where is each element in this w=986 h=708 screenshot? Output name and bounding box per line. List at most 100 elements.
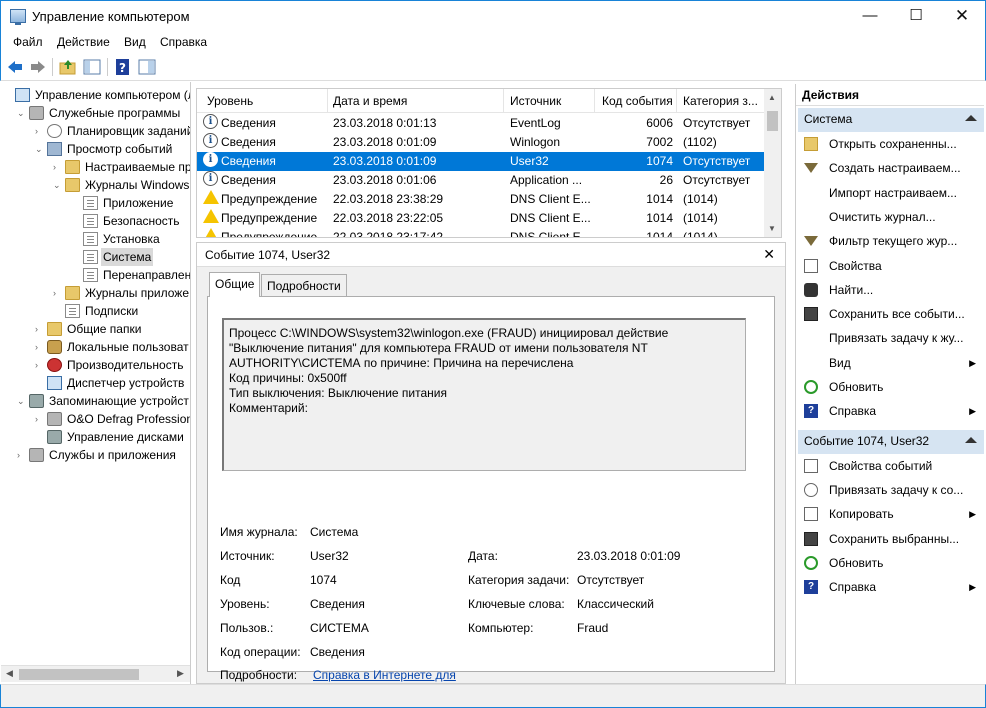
action-item[interactable]: Привязать задачу к жу... [798,327,984,349]
action-item[interactable]: Копировать ▶ [798,503,984,525]
action-item[interactable]: ? Справка ▶ [798,576,984,598]
event-cell-source: DNS Client E... [510,230,591,238]
scroll-right-icon[interactable]: ▶ [177,668,184,679]
user-value: СИСТЕМА [310,621,369,635]
action-label: Найти... [829,282,874,297]
title-bar: Управление компьютером — ☐ ✕ [0,0,986,32]
event-row[interactable]: Предупреждение 22.03.2018 23:22:05 DNS Cli… [197,209,767,228]
actions-section-system[interactable]: Система [798,108,984,132]
minimize-button[interactable]: — [847,1,893,32]
expand-chevron-icon[interactable]: › [35,320,45,338]
event-description[interactable]: Процесс C:\WINDOWS\system32\winlogon.exe… [222,318,746,471]
action-item[interactable]: Фильтр текущего жур... [798,230,984,252]
event-row[interactable]: i Сведения 23.03.2018 0:01:06 Application .… [197,171,767,190]
action-label: Копировать [829,507,894,522]
tab-general[interactable]: Общие [209,272,261,297]
action-item[interactable]: Создать настраиваем... [798,157,984,179]
action-item[interactable]: Открыть сохраненны... [798,133,984,155]
close-detail-icon[interactable]: ✕ [763,246,775,263]
event-cell-source: Winlogon [510,135,561,149]
expand-chevron-icon[interactable]: › [35,410,45,428]
action-label: Привязать задачу к со... [829,483,964,498]
collapse-chevron-icon[interactable]: ⌄ [53,176,63,194]
submenu-arrow-icon: ▶ [969,509,976,520]
close-button[interactable]: ✕ [939,1,985,32]
expand-chevron-icon[interactable]: › [53,158,63,176]
menu-help[interactable]: Справка [160,35,207,49]
col-event-id[interactable]: Код события [602,94,673,110]
maximize-button[interactable]: ☐ [893,1,939,32]
event-cell-level: Предупреждение [221,211,318,225]
log-icon [83,196,98,210]
event-row[interactable]: i Сведения 23.03.2018 0:01:13 EventLog 6006 О… [197,114,767,133]
action-item[interactable]: Импорт настраиваем... [798,182,984,204]
users-icon [47,340,62,354]
collapse-chevron-icon[interactable]: ⌄ [35,140,45,158]
tree-item-label: Служебные программы [49,106,181,120]
online-help-link[interactable]: Справка в Интернете для [313,668,456,682]
event-row[interactable]: Предупреждение 22.03.2018 23:17:42 DNS Cli… [197,228,767,238]
event-cell-cat: Отсутствует [683,154,751,168]
menu-action[interactable]: Действие [57,35,110,49]
action-item[interactable]: ? Справка ▶ [798,400,984,422]
event-cell-source: Application ... [510,173,583,187]
toolbar: ? [0,53,986,81]
menu-file[interactable]: Файл [13,35,43,49]
col-date[interactable]: Дата и время [333,94,407,110]
back-icon[interactable] [6,58,24,76]
tree-horizontal-scrollbar[interactable]: ◀ ▶ [1,665,190,682]
collapse-chevron-icon[interactable]: ⌄ [17,104,27,122]
scroll-down-icon[interactable]: ▼ [768,224,776,233]
forward-icon[interactable] [29,58,47,76]
action-item[interactable]: Обновить [798,376,984,398]
action-item[interactable]: Свойства событий [798,455,984,477]
expand-chevron-icon[interactable]: › [53,284,63,302]
col-source[interactable]: Источник [510,94,561,110]
collapse-chevron-icon[interactable]: ⌄ [17,392,27,410]
log-icon [83,232,98,246]
event-list-scrollbar[interactable]: ▲ ▼ [764,89,781,237]
scroll-left-icon[interactable]: ◀ [6,668,13,679]
show-hide-tree-icon[interactable] [83,58,101,76]
tree-item-label: Настраиваемые пр [85,160,191,174]
event-cell-source: User32 [510,154,549,168]
actions-section-event[interactable]: Событие 1074, User32 [798,430,984,454]
event-row[interactable]: Предупреждение 22.03.2018 23:38:29 DNS Cli… [197,190,767,209]
col-task-category[interactable]: Категория з... [683,94,758,110]
collapse-icon[interactable] [965,437,977,443]
scroll-thumb[interactable] [767,111,778,131]
action-item[interactable]: Сохранить все событи... [798,303,984,325]
action-item[interactable]: Очистить журнал... [798,206,984,228]
expand-chevron-icon[interactable]: › [35,338,45,356]
event-row[interactable]: i Сведения 23.03.2018 0:01:09 Winlogon 7002 (… [197,133,767,152]
computer-label: Компьютер: [468,621,534,635]
expand-chevron-icon[interactable]: › [35,356,45,374]
help-icon[interactable]: ? [114,58,132,76]
refresh-icon [804,380,818,394]
tree-item-label: Приложение [103,196,174,210]
general-tab-panel: Процесс C:\WINDOWS\system32\winlogon.exe… [207,296,775,682]
tab-details[interactable]: Подробности [261,274,347,296]
action-item[interactable]: Сохранить выбранны... [798,528,984,550]
col-level[interactable]: Уровень [207,94,253,110]
action-item[interactable]: Обновить [798,552,984,574]
scroll-up-icon[interactable]: ▲ [768,93,776,102]
collapse-icon[interactable] [965,115,977,121]
expand-chevron-icon[interactable]: › [35,122,45,140]
action-item[interactable]: Вид ▶ [798,352,984,374]
event-viewer-icon [47,142,62,156]
action-item[interactable]: Найти... [798,279,984,301]
show-action-pane-icon[interactable] [138,58,156,76]
warning-icon [203,190,219,204]
tree-item-label: Планировщик заданий [67,124,191,138]
up-folder-icon[interactable] [59,58,77,76]
action-item[interactable]: Свойства [798,255,984,277]
menu-view[interactable]: Вид [124,35,146,49]
action-item[interactable]: Привязать задачу к со... [798,479,984,501]
expand-chevron-icon[interactable]: › [17,446,27,464]
event-cell-source: DNS Client E... [510,192,591,206]
event-row[interactable]: i Сведения 23.03.2018 0:01:09 User32 1074 Отс… [197,152,767,171]
event-cell-level: Сведения [221,116,276,130]
scroll-thumb[interactable] [19,669,139,680]
event-cell-code: 1014 [646,192,673,206]
